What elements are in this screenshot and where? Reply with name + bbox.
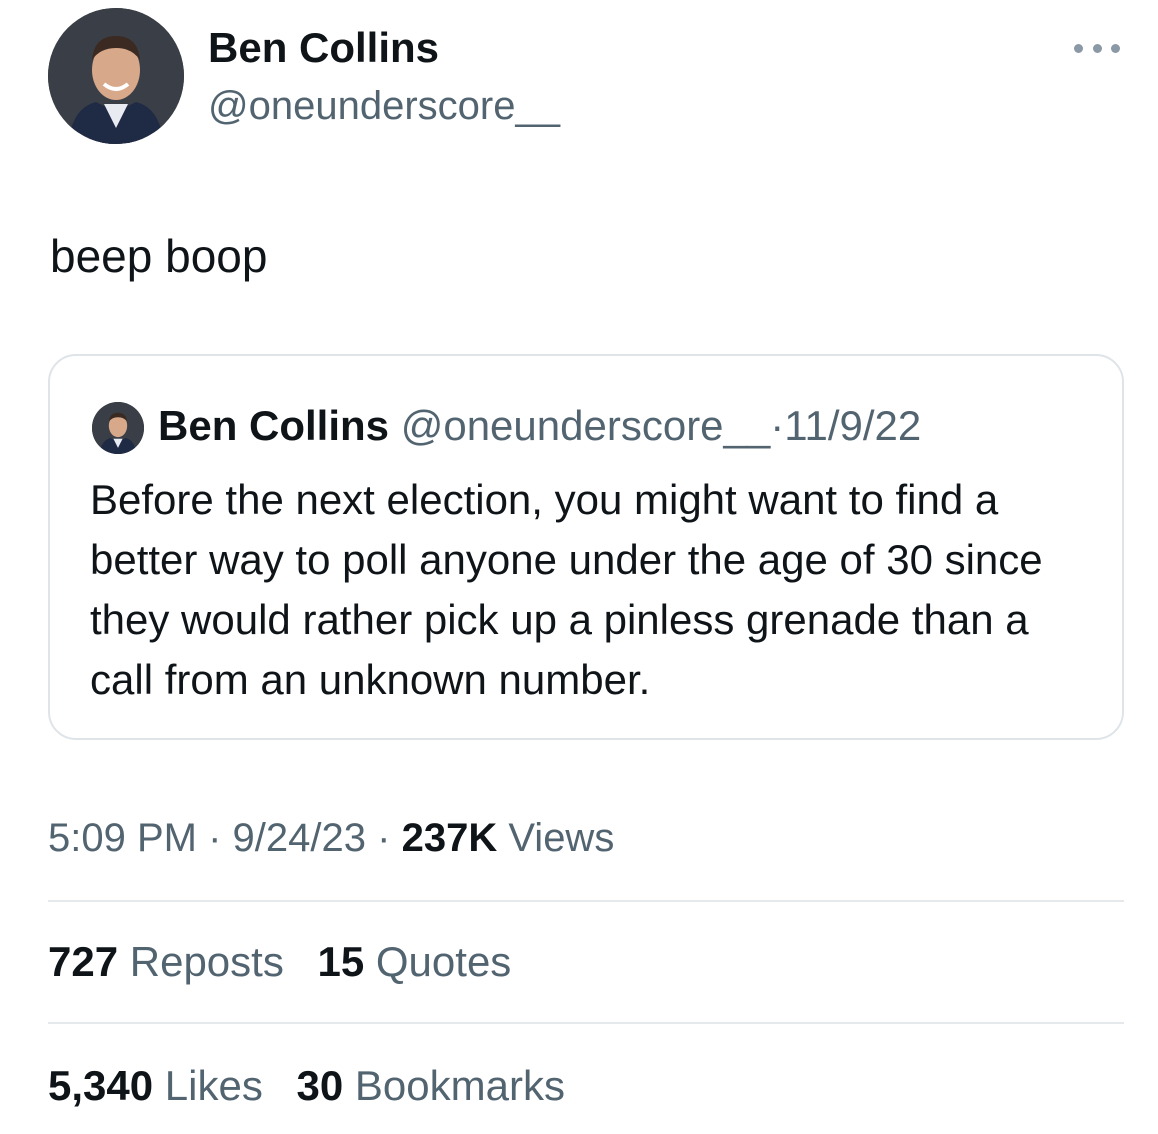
quotes-stat[interactable]: 15 Quotes: [318, 938, 512, 985]
likes-count: 5,340: [48, 1062, 154, 1109]
likes-stat[interactable]: 5,340 Likes: [48, 1062, 263, 1109]
tweet-date[interactable]: 9/24/23: [233, 816, 366, 860]
views-label: Views: [508, 816, 615, 860]
stats-row-reposts-quotes: 727 Reposts 15 Quotes: [48, 936, 533, 988]
quoted-avatar[interactable]: [92, 402, 144, 454]
bookmarks-label: Bookmarks: [354, 1062, 565, 1109]
more-horizontal-icon-dot: [1111, 43, 1120, 53]
separator: ·: [208, 816, 222, 860]
bookmarks-stat[interactable]: 30 Bookmarks: [297, 1062, 565, 1109]
author-handle[interactable]: @oneunderscore__: [208, 82, 560, 130]
quoted-author-name[interactable]: Ben Collins: [158, 402, 389, 449]
quotes-label: Quotes: [375, 938, 512, 985]
quoted-header: Ben Collins @oneunderscore__·11/9/22: [158, 400, 921, 452]
timestamp-row: 5:09 PM · 9/24/23 · 237K Views: [48, 812, 614, 864]
bookmarks-count: 30: [296, 1062, 344, 1109]
quoted-separator: ·: [770, 402, 785, 449]
separator: ·: [377, 816, 391, 860]
quoted-tweet-text: Before the next election, you might want…: [90, 476, 1043, 703]
more-options-button[interactable]: [1074, 28, 1120, 68]
tweet-time[interactable]: 5:09 PM: [48, 816, 197, 860]
quoted-avatar-photo: [92, 402, 144, 454]
quoted-author-handle[interactable]: @oneunderscore__: [401, 402, 771, 449]
quoted-tweet-card[interactable]: Ben Collins @oneunderscore__·11/9/22 Bef…: [48, 354, 1124, 740]
divider: [48, 1022, 1124, 1024]
tweet-text: beep boop: [50, 230, 268, 282]
reposts-label: Reposts: [129, 938, 284, 985]
quoted-date[interactable]: 11/9/22: [784, 402, 921, 449]
views-count: 237K: [401, 816, 498, 860]
avatar[interactable]: [48, 8, 184, 144]
divider: [48, 900, 1124, 902]
reposts-stat[interactable]: 727 Reposts: [48, 938, 284, 985]
likes-label: Likes: [164, 1062, 263, 1109]
more-horizontal-icon: [1074, 43, 1083, 53]
author-name[interactable]: Ben Collins: [208, 24, 439, 72]
quotes-count: 15: [317, 938, 365, 985]
avatar-photo: [48, 8, 184, 144]
more-horizontal-icon-dot: [1092, 43, 1102, 53]
reposts-count: 727: [48, 938, 119, 985]
stats-row-likes-bookmarks: 5,340 Likes 30 Bookmarks: [48, 1060, 587, 1112]
